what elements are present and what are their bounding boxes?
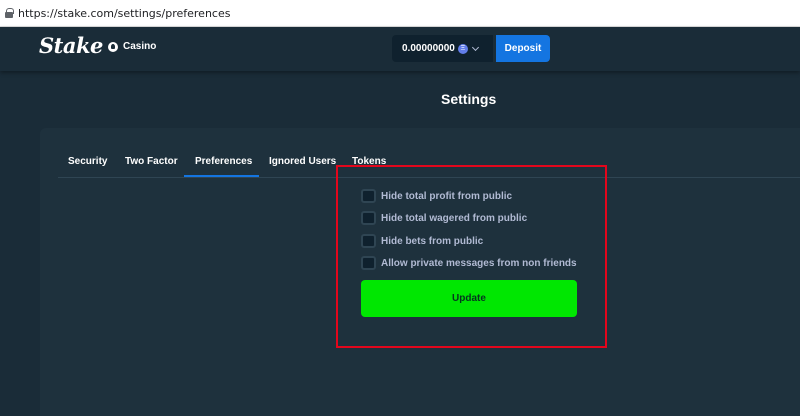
deposit-button[interactable]: Deposit [496, 35, 550, 62]
casino-nav-link[interactable]: Casino [108, 41, 156, 52]
casino-label: Casino [123, 41, 157, 52]
tab-security[interactable]: Security [68, 156, 107, 167]
tab-preferences[interactable]: Preferences [195, 156, 252, 167]
highlight-annotation-box [336, 165, 607, 348]
tab-two-factor[interactable]: Two Factor [125, 156, 178, 167]
wallet-selector[interactable]: 0.00000000 Ξ [392, 35, 493, 62]
active-tab-indicator [184, 175, 259, 177]
stake-logo[interactable]: Stake [39, 33, 103, 58]
site-header: Stake Casino 0.00000000 Ξ Deposit [0, 27, 800, 71]
browser-url-bar[interactable]: https://stake.com/settings/preferences [0, 0, 800, 27]
ethereum-icon: Ξ [457, 43, 468, 54]
casino-icon [108, 41, 118, 52]
chevron-down-icon [471, 43, 479, 51]
tab-ignored-users[interactable]: Ignored Users [269, 156, 336, 167]
page-title: Settings [441, 91, 497, 107]
lock-icon [5, 8, 14, 18]
wallet-balance: 0.00000000 [402, 43, 455, 54]
url-text[interactable]: https://stake.com/settings/preferences [18, 7, 230, 20]
